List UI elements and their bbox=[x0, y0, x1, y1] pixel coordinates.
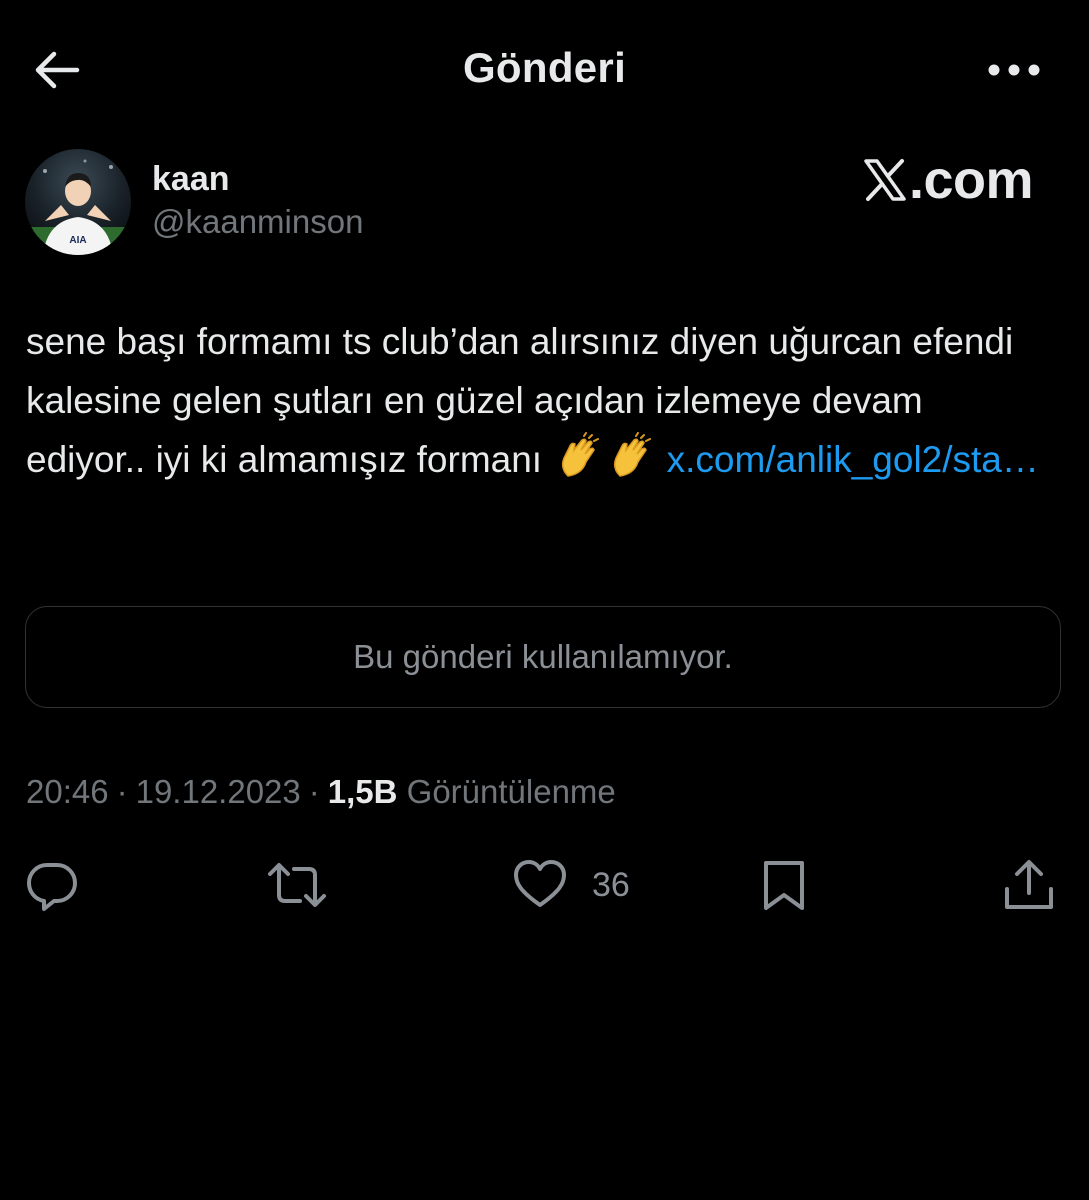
author-names: kaan @kaanminson bbox=[152, 159, 363, 245]
author-block: AIA kaan @kaanminson bbox=[25, 147, 363, 257]
clapping-hands-emoji bbox=[614, 432, 652, 477]
meta-separator: · bbox=[116, 773, 128, 810]
top-bar: Gönderi bbox=[0, 0, 1089, 140]
share-button[interactable] bbox=[1002, 852, 1056, 918]
bookmark-button[interactable] bbox=[760, 852, 808, 918]
tweet-link[interactable]: x.com/anlik_gol2/sta… bbox=[667, 439, 1039, 480]
action-bar: 36 bbox=[0, 852, 1089, 918]
more-options-button[interactable] bbox=[983, 52, 1045, 88]
tweet-body: sene başı formamı ts club’dan alırsınız … bbox=[26, 312, 1046, 489]
post-time[interactable]: 20:46 bbox=[26, 773, 109, 810]
svg-text:AIA: AIA bbox=[69, 235, 86, 246]
post-date[interactable]: 19.12.2023 bbox=[136, 773, 301, 810]
post-meta: 20:46 · 19.12.2023 · 1,5B Görüntülenme bbox=[26, 773, 616, 811]
heart-icon bbox=[514, 860, 566, 907]
username-handle[interactable]: @kaanminson bbox=[152, 199, 363, 245]
views-count[interactable]: 1,5B bbox=[328, 773, 398, 810]
reply-button[interactable] bbox=[24, 852, 80, 918]
clapping-hands-emoji bbox=[562, 432, 600, 477]
avatar[interactable]: AIA bbox=[25, 149, 131, 255]
like-button[interactable]: 36 bbox=[512, 852, 630, 918]
bookmark-icon bbox=[764, 861, 804, 910]
like-count: 36 bbox=[592, 865, 630, 904]
quoted-post-unavailable-card[interactable]: Bu gönderi kullanılamıyor. bbox=[25, 606, 1061, 708]
watermark-text: .com bbox=[908, 150, 1034, 210]
more-horizontal-icon bbox=[988, 64, 1040, 76]
repost-button[interactable] bbox=[266, 852, 328, 918]
x-logo-icon bbox=[864, 159, 906, 201]
meta-separator: · bbox=[308, 773, 320, 810]
reply-icon bbox=[26, 863, 77, 911]
views-label[interactable]: Görüntülenme bbox=[407, 773, 616, 810]
x-com-watermark: .com bbox=[863, 150, 1034, 210]
display-name[interactable]: kaan bbox=[152, 159, 363, 199]
unavailable-message: Bu gönderi kullanılamıyor. bbox=[353, 638, 733, 675]
repost-icon bbox=[268, 863, 326, 907]
share-icon bbox=[1005, 860, 1053, 909]
page-title: Gönderi bbox=[462, 44, 627, 91]
